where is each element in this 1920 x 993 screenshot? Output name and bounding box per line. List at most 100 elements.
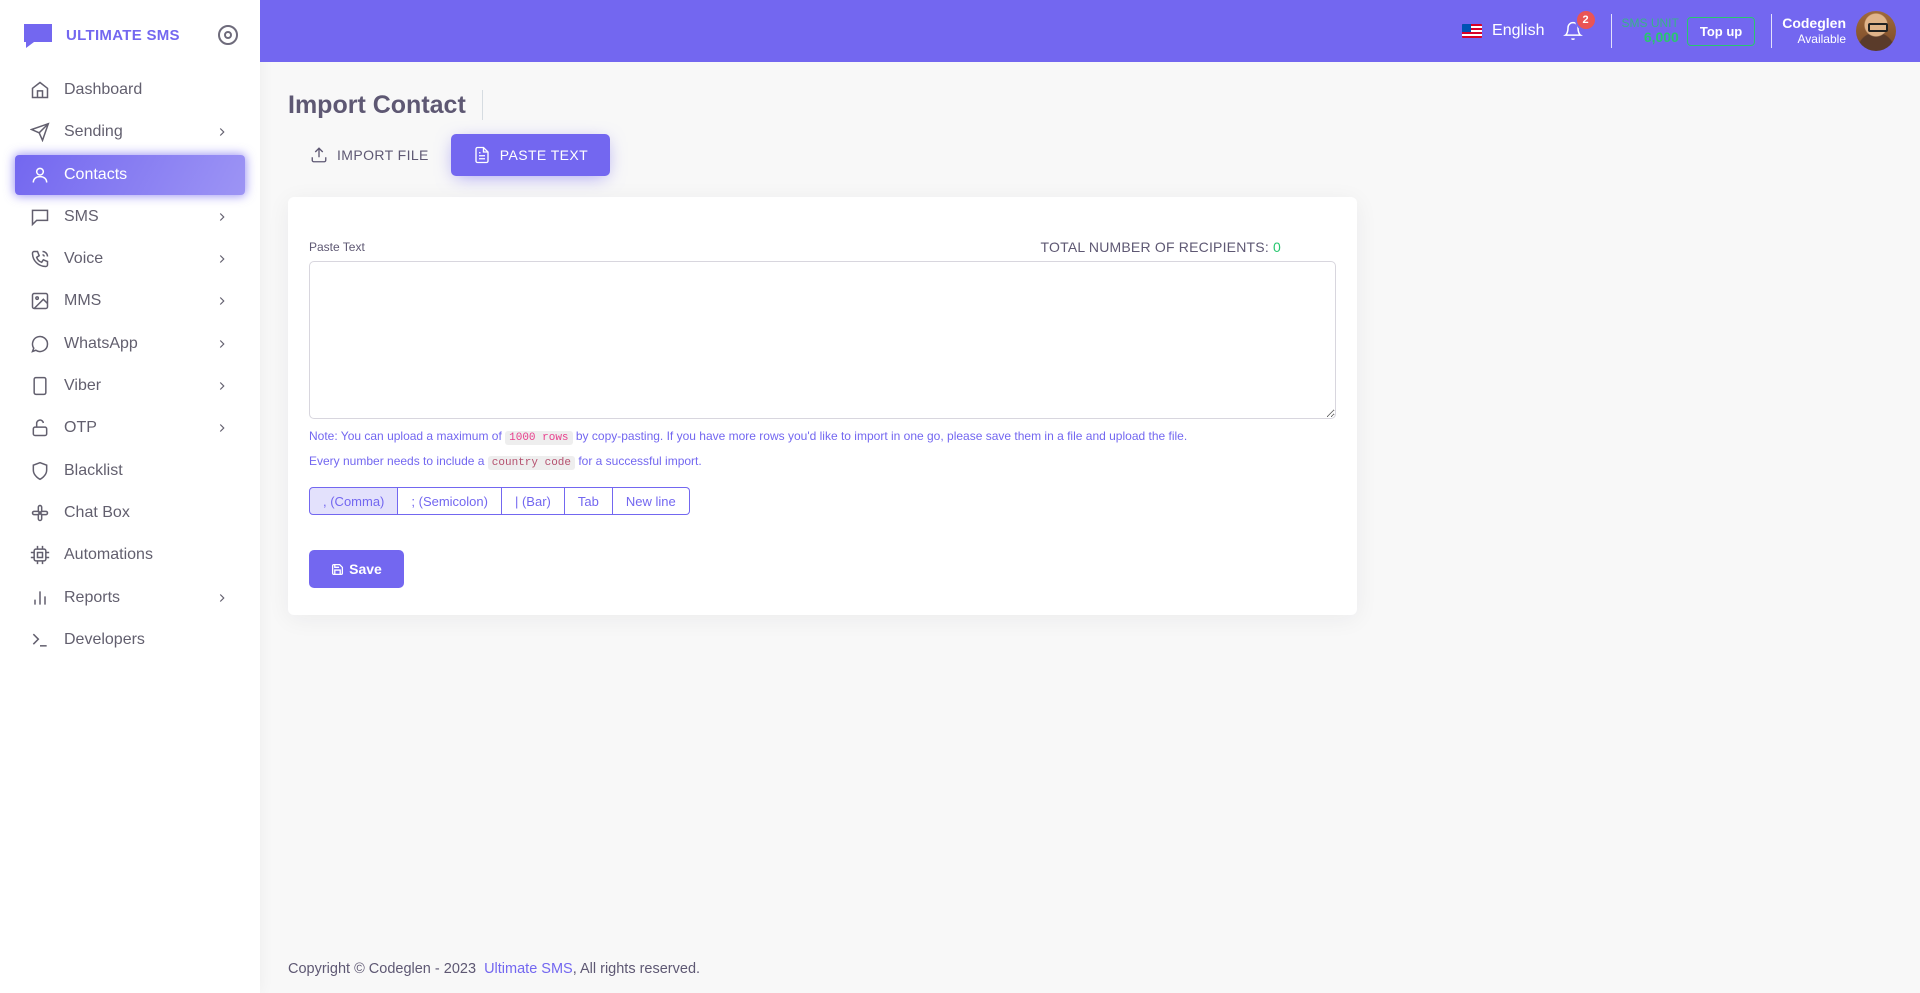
- collapse-toggle-icon[interactable]: [218, 25, 238, 45]
- delimiter-tab-button[interactable]: Tab: [564, 487, 613, 515]
- upload-icon: [311, 147, 327, 163]
- chevron-right-icon: [214, 420, 230, 436]
- sidebar-item-label: OTP: [64, 419, 97, 437]
- sidebar-item-automations[interactable]: Automations: [15, 535, 245, 575]
- footer: Copyright © Codeglen - 2023 Ultimate SMS…: [288, 961, 700, 977]
- note-text: Note: You can upload a maximum of: [309, 429, 506, 443]
- sidebar-item-chat-box[interactable]: Chat Box: [15, 493, 245, 533]
- top-up-button[interactable]: Top up: [1686, 16, 1756, 46]
- brand: ULTIMATE SMS: [0, 0, 260, 70]
- title-divider: [481, 90, 483, 120]
- copyright-text: Copyright © Codeglen - 2023: [288, 961, 485, 977]
- cpu-icon: [30, 545, 50, 565]
- slack-icon: [30, 503, 50, 523]
- sidebar-item-label: Developers: [64, 630, 145, 648]
- avatar[interactable]: [1856, 11, 1896, 51]
- tab-import-file[interactable]: IMPORT FILE: [288, 134, 451, 176]
- chevron-right-icon: [214, 209, 230, 225]
- ultimate-sms-link[interactable]: Ultimate SMS: [484, 961, 573, 977]
- save-icon: [332, 563, 344, 575]
- sidebar-item-dashboard[interactable]: Dashboard: [15, 70, 245, 110]
- country-code-code: country code: [487, 456, 575, 470]
- tab-paste-text[interactable]: PASTE TEXT: [450, 134, 611, 176]
- sidebar-item-label: Contacts: [64, 165, 128, 183]
- total-recipients: TOTAL NUMBER OF RECIPIENTS: 0: [1041, 239, 1281, 255]
- user-status: Available: [1797, 32, 1846, 47]
- sidebar-item-contacts[interactable]: Contacts: [15, 154, 245, 195]
- import-tabs: IMPORT FILE PASTE TEXT: [288, 134, 1888, 176]
- page-title: Import Contact: [288, 90, 483, 120]
- sidebar-item-label: Chat Box: [64, 503, 130, 521]
- phone-call-icon: [30, 249, 50, 269]
- divider: [1610, 14, 1612, 48]
- delimiter-button-group: , (Comma) ; (Semicolon) | (Bar) Tab New …: [309, 487, 1336, 515]
- main-content: Import Contact IMPORT FILE PASTE TEXT Pa…: [288, 62, 1888, 615]
- language-dropdown[interactable]: English: [1462, 22, 1545, 40]
- sidebar-item-mms[interactable]: MMS: [15, 281, 245, 321]
- shield-icon: [30, 461, 50, 481]
- sidebar: ULTIMATE SMS Dashboard Sending Contacts …: [0, 0, 260, 993]
- chevron-right-icon: [214, 590, 230, 606]
- sidebar-item-label: MMS: [64, 292, 102, 310]
- sms-unit-label: SMS UNIT: [1621, 15, 1679, 30]
- field-header: Paste Text TOTAL NUMBER OF RECIPIENTS: 0: [309, 239, 1336, 255]
- top-navbar: English 2 SMS UNIT 6,000 Top up Codeglen…: [260, 0, 1920, 62]
- page-title-text: Import Contact: [288, 90, 466, 119]
- paste-text-label: Paste Text: [309, 240, 365, 254]
- send-icon: [30, 122, 50, 143]
- sidebar-item-whatsapp[interactable]: WhatsApp: [15, 324, 245, 364]
- tablet-icon: [30, 376, 50, 396]
- note-text: by copy-pasting. If you have more rows y…: [572, 429, 1188, 443]
- sidebar-item-reports[interactable]: Reports: [15, 578, 245, 618]
- sms-unit-balance: SMS UNIT 6,000: [1621, 15, 1679, 46]
- sidebar-item-sending[interactable]: Sending: [15, 112, 245, 152]
- tab-label: IMPORT FILE: [337, 147, 429, 163]
- chevron-right-icon: [214, 336, 230, 352]
- note-max-rows: Note: You can upload a maximum of 1000 r…: [309, 425, 1336, 449]
- sidebar-item-label: Automations: [64, 546, 153, 564]
- tab-label: PASTE TEXT: [499, 147, 589, 163]
- note-text: Every number needs to include a: [309, 454, 488, 468]
- sidebar-item-sms[interactable]: SMS: [15, 197, 245, 237]
- delimiter-new-line-button[interactable]: New line: [612, 487, 690, 515]
- bar-chart-icon: [30, 588, 50, 608]
- user-icon: [30, 165, 50, 185]
- message-circle-icon: [30, 334, 50, 354]
- save-button[interactable]: Save: [309, 550, 404, 588]
- sidebar-item-label: Viber: [64, 377, 102, 395]
- message-square-icon: [30, 207, 50, 227]
- sidebar-item-label: Sending: [64, 123, 123, 141]
- divider: [1771, 14, 1773, 48]
- sidebar-item-blacklist[interactable]: Blacklist: [15, 451, 245, 491]
- unlock-icon: [30, 418, 50, 438]
- sidebar-item-label: Blacklist: [64, 461, 123, 479]
- chevron-right-icon: [214, 251, 230, 267]
- user-name: Codeglen: [1782, 15, 1846, 32]
- chevron-right-icon: [214, 293, 230, 309]
- sidebar-item-label: Reports: [64, 588, 121, 606]
- home-icon: [30, 80, 50, 100]
- notifications-button[interactable]: 2: [1561, 11, 1595, 43]
- sms-unit-value: 6,000: [1643, 28, 1679, 45]
- sidebar-nav: Dashboard Sending Contacts SMS Voice MMS: [0, 70, 260, 660]
- notification-count-badge: 2: [1576, 11, 1595, 29]
- sidebar-item-viber[interactable]: Viber: [15, 366, 245, 406]
- sidebar-item-otp[interactable]: OTP: [15, 408, 245, 448]
- delimiter-bar-button[interactable]: | (Bar): [501, 487, 565, 515]
- sidebar-item-developers[interactable]: Developers: [15, 620, 245, 660]
- chevron-right-icon: [214, 124, 230, 140]
- paste-text-input[interactable]: [309, 261, 1336, 419]
- delimiter-comma-button[interactable]: , (Comma): [309, 487, 399, 515]
- note-country-code: Every number needs to include a country …: [309, 450, 1336, 474]
- delimiter-semicolon-button[interactable]: ; (Semicolon): [398, 487, 502, 515]
- user-info[interactable]: Codeglen Available: [1782, 15, 1846, 46]
- sidebar-item-voice[interactable]: Voice: [15, 239, 245, 279]
- total-recipients-label: TOTAL NUMBER OF RECIPIENTS:: [1040, 239, 1273, 255]
- sidebar-item-label: SMS: [64, 207, 99, 225]
- sidebar-item-label: Voice: [64, 250, 104, 268]
- chevron-right-icon: [214, 378, 230, 394]
- paste-text-card: Paste Text TOTAL NUMBER OF RECIPIENTS: 0…: [288, 197, 1357, 615]
- brand-title[interactable]: ULTIMATE SMS: [66, 27, 218, 44]
- chat-bubble-logo-icon[interactable]: [22, 22, 54, 48]
- terminal-icon: [30, 630, 50, 650]
